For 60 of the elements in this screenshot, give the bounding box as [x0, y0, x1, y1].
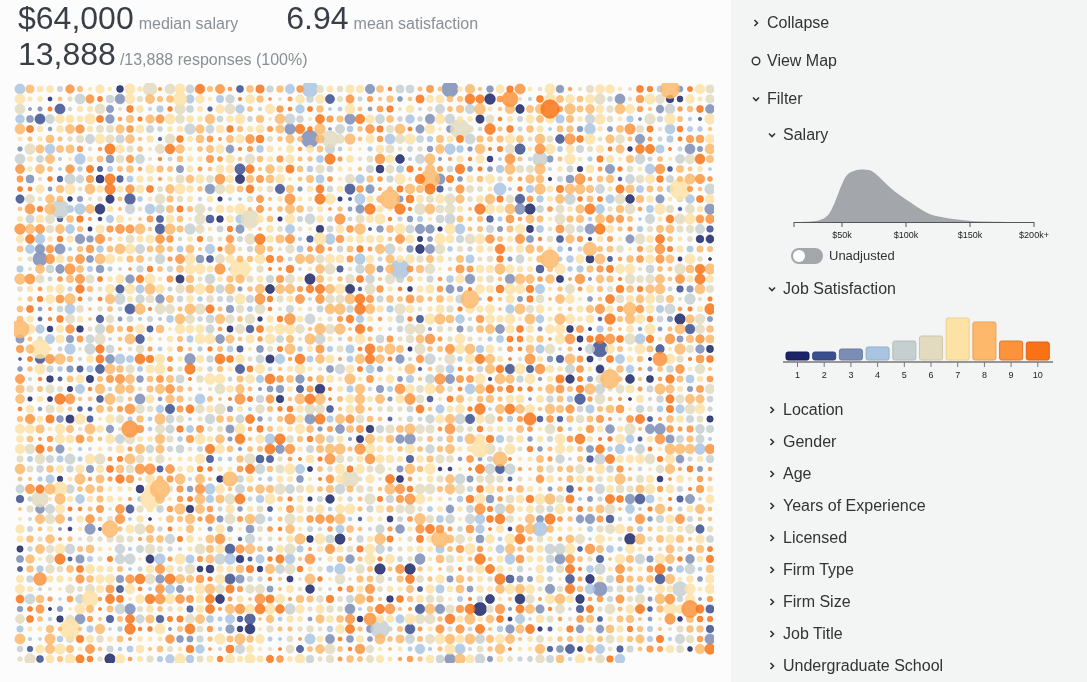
section-label[interactable]: Job Satisfaction — [783, 277, 896, 301]
section-label[interactable]: Firm Size — [783, 590, 851, 614]
chevron-icon[interactable] — [767, 661, 777, 671]
axis-label: 8 — [981, 370, 987, 380]
chevron-icon[interactable] — [767, 437, 777, 447]
axis-label: $150k — [957, 230, 983, 240]
chevron-icon[interactable] — [767, 597, 777, 607]
stat-label: median salary — [138, 14, 239, 34]
axis-label: 10 — [1032, 370, 1043, 380]
section-label[interactable]: Filter — [767, 87, 803, 111]
axis-label: $200k+ — [1019, 230, 1049, 240]
bar — [1025, 341, 1050, 361]
section-label[interactable]: Firm Type — [783, 558, 854, 582]
stat-value: 6.94 — [286, 2, 349, 34]
bar — [838, 348, 863, 361]
section-label[interactable]: Licensed — [783, 526, 848, 550]
menu-item[interactable]: View Map — [767, 49, 837, 73]
stat-label: mean satisfaction — [353, 14, 479, 34]
chevron-icon[interactable] — [751, 18, 761, 28]
bar — [972, 321, 997, 361]
chevron-icon[interactable] — [767, 501, 777, 511]
toggle-label: Unadjusted — [829, 247, 895, 266]
axis-label: 5 — [901, 370, 907, 380]
response-label: /13,888 responses (100%) — [119, 50, 308, 70]
bar — [919, 335, 943, 361]
bar — [892, 340, 917, 361]
section-label[interactable]: Years of Experience — [783, 494, 926, 518]
axis-label: $50k — [832, 230, 852, 240]
chevron-icon[interactable] — [767, 565, 777, 575]
chevron-icon[interactable] — [767, 130, 777, 140]
axis-label: 2 — [821, 370, 827, 380]
chevron-icon[interactable] — [767, 469, 777, 479]
bar — [865, 346, 890, 361]
axis-label: 4 — [875, 370, 881, 380]
section-label[interactable]: Undergraduate School — [783, 654, 944, 678]
axis-label: 1 — [795, 370, 800, 380]
menu-item[interactable]: Collapse — [767, 11, 830, 35]
bar — [945, 317, 970, 361]
stat-value: $64,000 — [18, 2, 134, 34]
chevron-icon[interactable] — [767, 284, 777, 294]
section-label[interactable]: Age — [783, 462, 812, 486]
chevron-icon[interactable] — [767, 405, 777, 415]
bar — [999, 340, 1024, 361]
section-label[interactable]: Job Title — [783, 622, 843, 646]
section-label[interactable]: Salary — [783, 123, 829, 147]
axis-label: 9 — [1008, 370, 1014, 380]
chevron-icon[interactable] — [767, 629, 777, 639]
section-label[interactable]: Gender — [783, 430, 837, 454]
section-label[interactable]: Location — [783, 398, 844, 422]
axis-label: 6 — [928, 370, 934, 380]
bar — [812, 351, 837, 361]
axis-label: $100k — [893, 230, 919, 240]
response-count: 13,888 — [18, 38, 116, 70]
radio-icon[interactable] — [751, 56, 761, 66]
chevron-icon[interactable] — [751, 94, 761, 104]
axis-label: 3 — [848, 370, 854, 380]
toggle-switch[interactable] — [791, 248, 823, 264]
bar — [785, 351, 810, 361]
chevron-icon[interactable] — [767, 533, 777, 543]
axis-label: 7 — [955, 370, 961, 380]
